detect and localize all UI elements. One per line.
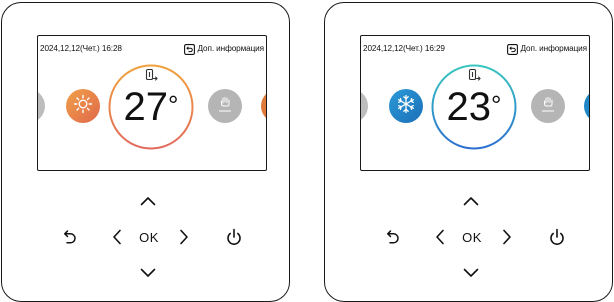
display-screen: 2024,12,12(Чет.) 16:28 Доп. информация 2… (37, 35, 267, 171)
controller-panel-cool: 2024,12,12(Чет.) 16:29 Доп. информация 2… (324, 2, 613, 302)
chevron-left-icon (113, 229, 121, 245)
next-mode-preview[interactable] (584, 89, 589, 123)
ok-button[interactable]: OK (460, 229, 484, 245)
more-info-label: Доп. информация (520, 44, 588, 53)
down-button[interactable] (140, 266, 156, 280)
previous-mode-preview[interactable] (38, 89, 45, 123)
chevron-right-icon (180, 229, 188, 245)
status-bar: 2024,12,12(Чет.) 16:29 Доп. информация (363, 42, 587, 56)
chevron-left-icon (436, 229, 444, 245)
back-box-icon (506, 43, 518, 55)
chevron-right-icon (503, 229, 511, 245)
sun-icon (73, 94, 93, 119)
chevron-up-icon (140, 197, 156, 206)
control-pad: OK (325, 189, 612, 289)
control-pad: OK (2, 189, 289, 289)
back-button[interactable] (385, 229, 401, 245)
left-button[interactable] (433, 229, 447, 245)
chevron-down-icon (463, 268, 479, 277)
thermostat-out-icon (466, 68, 482, 84)
snowflake-icon (396, 94, 416, 119)
datetime-label: 2024,12,12(Чет.) 16:28 (40, 44, 122, 53)
chevron-up-icon (463, 197, 479, 206)
temperature-value: 23° (446, 85, 502, 129)
down-button[interactable] (463, 266, 479, 280)
temperature-dial[interactable]: 27° (108, 64, 194, 150)
back-arrow-icon (387, 230, 399, 244)
temperature-dial[interactable]: 23° (431, 64, 517, 150)
power-icon (227, 228, 241, 245)
more-info-label: Доп. информация (197, 44, 265, 53)
fan-button-disabled[interactable] (531, 89, 565, 123)
back-button[interactable] (62, 229, 78, 245)
datetime-label: 2024,12,12(Чет.) 16:29 (363, 44, 445, 53)
next-mode-preview[interactable] (261, 89, 266, 123)
mode-button-cool[interactable] (389, 89, 423, 123)
controller-panel-heat: 2024,12,12(Чет.) 16:28 Доп. информация 2… (1, 2, 290, 302)
status-bar: 2024,12,12(Чет.) 16:28 Доп. информация (40, 42, 264, 56)
fan-button-disabled[interactable] (208, 89, 242, 123)
temperature-value: 27° (123, 85, 179, 129)
power-icon (550, 228, 564, 245)
fan-hand-icon (542, 97, 554, 112)
previous-mode-preview[interactable] (361, 89, 368, 123)
up-button[interactable] (140, 194, 156, 208)
power-button[interactable] (549, 228, 565, 246)
mode-button-heat[interactable] (66, 89, 100, 123)
more-info-button[interactable]: Доп. информация (506, 42, 588, 56)
back-box-icon (183, 43, 195, 55)
power-button[interactable] (226, 228, 242, 246)
back-arrow-icon (64, 230, 76, 244)
right-button[interactable] (177, 229, 191, 245)
left-button[interactable] (110, 229, 124, 245)
chevron-down-icon (140, 268, 156, 277)
ok-button[interactable]: OK (137, 229, 161, 245)
more-info-button[interactable]: Доп. информация (183, 42, 265, 56)
fan-hand-icon (219, 97, 231, 112)
display-screen: 2024,12,12(Чет.) 16:29 Доп. информация 2… (360, 35, 590, 171)
right-button[interactable] (500, 229, 514, 245)
up-button[interactable] (463, 194, 479, 208)
thermostat-out-icon (143, 68, 159, 84)
